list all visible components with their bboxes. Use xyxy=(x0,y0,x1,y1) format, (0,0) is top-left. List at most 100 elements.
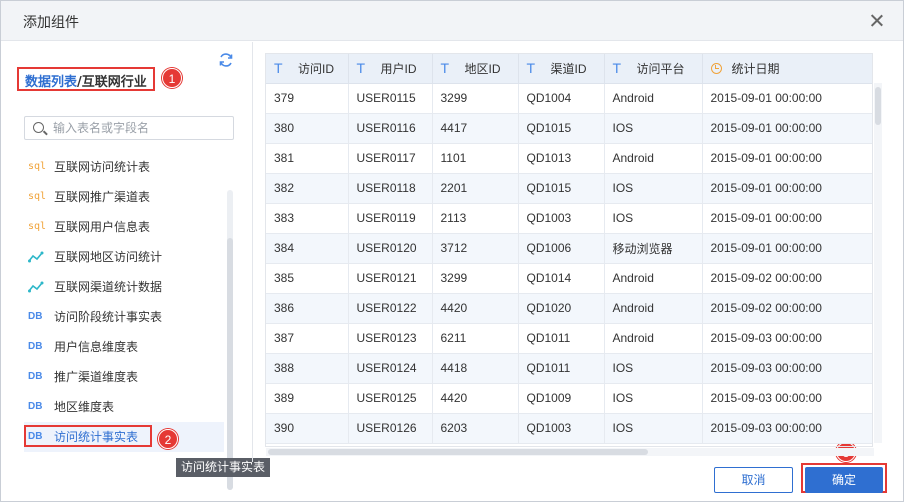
table-hscroll-thumb[interactable] xyxy=(268,449,648,455)
table-cell: 6211 xyxy=(432,323,519,354)
table-cell: 381 xyxy=(266,143,349,174)
table-cell: 4420 xyxy=(432,383,519,414)
table-cell: 2015-09-02 00:00:00 xyxy=(702,263,872,294)
table-row: 384 USER0120 3712 QD1006 移动浏览器 2015-09-01 00:… xyxy=(266,233,872,264)
table-cell: IOS xyxy=(604,383,703,414)
table-cell: 4417 xyxy=(432,113,519,144)
table-cell: QD1015 xyxy=(518,113,605,144)
analysis-table-icon xyxy=(28,281,50,293)
table-cell: 3299 xyxy=(432,263,519,294)
refresh-icon[interactable] xyxy=(218,52,234,68)
item-tooltip: 访问统计事实表 xyxy=(176,458,271,477)
close-icon[interactable] xyxy=(867,11,887,31)
table-cell: 2015-09-03 00:00:00 xyxy=(702,383,872,414)
table-cell: 384 xyxy=(266,233,349,264)
db-table-icon: DB xyxy=(28,311,43,322)
table-cell: 2201 xyxy=(432,173,519,204)
panel-divider xyxy=(252,42,253,462)
table-cell: 6203 xyxy=(432,413,519,444)
table-cell: 385 xyxy=(266,263,349,294)
list-item-label: 用户信息维度表 xyxy=(54,340,139,354)
db-table-icon: DB xyxy=(28,371,43,382)
table-cell: QD1013 xyxy=(518,143,605,174)
list-item[interactable]: DB 推广渠道维度表 xyxy=(24,362,224,392)
table-vertical-scrollbar[interactable] xyxy=(874,83,882,443)
table-vscroll-thumb[interactable] xyxy=(875,87,881,125)
table-cell: IOS xyxy=(604,113,703,144)
analysis-table-icon xyxy=(28,251,50,263)
list-item-label: 互联网访问统计表 xyxy=(54,160,151,174)
sql-table-icon: sql xyxy=(28,161,47,172)
list-item[interactable]: 互联网地区访问统计 xyxy=(24,242,224,272)
table-cell: 2015-09-01 00:00:00 xyxy=(702,233,872,264)
list-item[interactable]: sql 互联网推广渠道表 xyxy=(24,182,224,212)
cancel-button[interactable]: 取消 xyxy=(714,467,793,493)
table-cell: 2015-09-01 00:00:00 xyxy=(702,203,872,234)
list-item-label: 互联网用户信息表 xyxy=(54,220,151,234)
column-header[interactable]: T 访问ID xyxy=(266,54,349,84)
text-type-icon: T xyxy=(274,59,283,76)
db-table-icon: DB xyxy=(28,341,43,352)
table-cell: 379 xyxy=(266,83,349,114)
column-header-label: 渠道ID xyxy=(550,61,587,76)
annotation-badge-1: 1 xyxy=(162,68,182,88)
table-cell: 383 xyxy=(266,203,349,234)
list-scrollbar[interactable] xyxy=(227,190,233,490)
table-cell: QD1020 xyxy=(518,293,605,324)
list-item[interactable]: sql 互联网用户信息表 xyxy=(24,212,224,242)
annotation-badge-2: 2 xyxy=(158,429,178,449)
sql-table-icon: sql xyxy=(28,221,47,232)
table-cell: Android xyxy=(604,263,703,294)
list-scrollbar-thumb[interactable] xyxy=(227,238,233,490)
table-cell: USER0124 xyxy=(348,353,433,384)
data-list-panel: 数据列表/互联网行业 sql 互联网访问统计表 sql 互联网推广渠道表 sql 互联网用… xyxy=(1,42,251,490)
table-cell: 2015-09-01 00:00:00 xyxy=(702,173,872,204)
table-row: 385 USER0121 3299 QD1014 Android 2015-09-02 0… xyxy=(266,263,872,294)
breadcrumb-root[interactable]: 数据列表 xyxy=(25,75,77,90)
table-cell: USER0126 xyxy=(348,413,433,444)
column-header-label: 访问ID xyxy=(298,61,335,76)
table-cell: 388 xyxy=(266,353,349,384)
table-cell: USER0125 xyxy=(348,383,433,414)
list-item[interactable]: DB 地区维度表 xyxy=(24,392,224,422)
text-type-icon: T xyxy=(440,59,450,76)
table-row: 382 USER0118 2201 QD1015 IOS 2015-09-01 00:00… xyxy=(266,173,872,204)
text-type-icon: T xyxy=(356,59,366,76)
list-item[interactable]: DB 用户信息维度表 xyxy=(24,332,224,362)
list-item-label: 互联网地区访问统计 xyxy=(54,250,163,264)
table-cell: 2015-09-03 00:00:00 xyxy=(702,413,872,444)
column-header[interactable]: 统计日期 xyxy=(702,54,872,84)
column-header[interactable]: T 渠道ID xyxy=(518,54,605,84)
table-cell: USER0120 xyxy=(348,233,433,264)
table-cell: IOS xyxy=(604,203,703,234)
table-cell: IOS xyxy=(604,413,703,444)
table-cell: IOS xyxy=(604,173,703,204)
column-header-label: 访问平台 xyxy=(636,61,685,76)
list-item[interactable]: sql 互联网访问统计表 xyxy=(24,152,224,182)
search-input[interactable] xyxy=(53,120,228,136)
table-row: 389 USER0125 4420 QD1009 IOS 2015-09-03 00:00… xyxy=(266,383,872,414)
table-header-row: T 访问ID T 用户ID T 地区ID T 渠道ID T 访问平台 统计日期 xyxy=(266,54,872,84)
breadcrumb-current: 互联网行业 xyxy=(81,75,147,90)
table-cell: 1101 xyxy=(432,143,519,174)
table-cell: 3299 xyxy=(432,83,519,114)
table-cell: Android xyxy=(604,323,703,354)
table-cell: 382 xyxy=(266,173,349,204)
column-header-label: 统计日期 xyxy=(731,61,780,76)
table-cell: USER0116 xyxy=(348,113,433,144)
table-cell: 2015-09-03 00:00:00 xyxy=(702,323,872,354)
table-cell: Android xyxy=(604,143,703,174)
table-row: 380 USER0116 4417 QD1015 IOS 2015-09-01 00:00… xyxy=(266,113,872,144)
column-header[interactable]: T 用户ID xyxy=(348,54,433,84)
ok-button[interactable]: 确定 xyxy=(805,467,883,493)
list-item[interactable]: 互联网渠道统计数据 xyxy=(24,272,224,302)
list-item-label: 推广渠道维度表 xyxy=(54,370,139,384)
column-header[interactable]: T 访问平台 xyxy=(604,54,703,84)
table-cell: 2113 xyxy=(432,203,519,234)
table-horizontal-scrollbar[interactable] xyxy=(266,448,874,456)
text-type-icon: T xyxy=(526,59,536,76)
dialog-titlebar: 添加组件 xyxy=(1,1,903,41)
column-header[interactable]: T 地区ID xyxy=(432,54,519,84)
list-item[interactable]: DB 访问阶段统计事实表 xyxy=(24,302,224,332)
table-cell: QD1011 xyxy=(518,323,605,354)
